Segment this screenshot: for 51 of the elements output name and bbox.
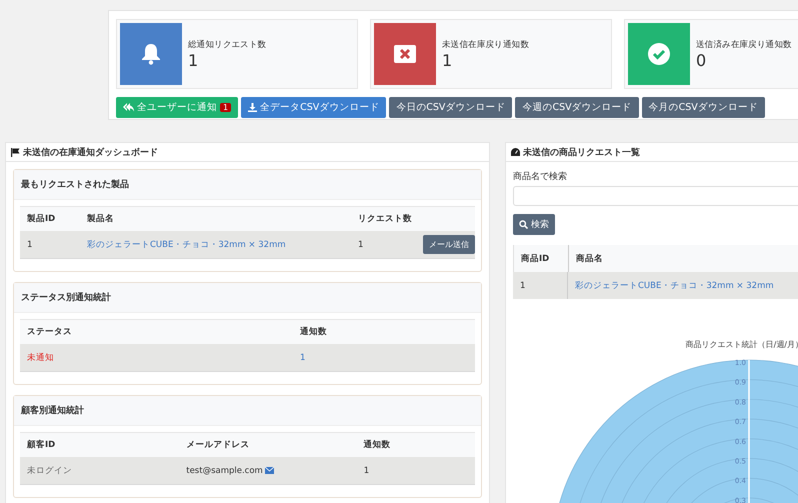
- reply-all-icon: [123, 103, 134, 112]
- stat-value: 0: [696, 50, 708, 70]
- table-cell: 1: [358, 240, 364, 250]
- column-header: 製品ID: [27, 213, 56, 225]
- action-button[interactable]: 今月のCSVダウンロード: [642, 97, 765, 118]
- search-field[interactable]: [513, 186, 798, 206]
- card-title: ステータス別通知統計: [21, 293, 111, 303]
- column-header: メールアドレス: [186, 439, 250, 451]
- action-button[interactable]: 今週のCSVダウンロード: [515, 97, 639, 118]
- search-label: 商品名で検索: [513, 170, 568, 183]
- bell-icon: [141, 43, 161, 65]
- status-text: 未通知: [27, 352, 54, 364]
- download-icon: [248, 103, 258, 112]
- search-icon: [519, 220, 528, 229]
- product-link[interactable]: 彩のジェラートCUBE・チョコ・32mm × 32mm: [87, 238, 286, 250]
- column-header: 通知数: [300, 326, 327, 338]
- close-icon: [394, 45, 416, 63]
- card-title: 最もリクエストされた製品: [21, 180, 129, 190]
- stat-value: 1: [188, 50, 200, 70]
- stat-label: 未送信在庫戻り通知数: [442, 38, 530, 50]
- column-header: ステータス: [27, 326, 72, 338]
- column-header: 商品ID: [521, 252, 550, 264]
- stat-label: 送信済み在庫戻り通知数: [696, 38, 792, 50]
- count-badge: 1: [220, 103, 232, 112]
- email-text: test@sample.com: [186, 466, 263, 476]
- column-header: 商品名: [576, 252, 603, 264]
- action-button[interactable]: 全ユーザーに通知 1: [116, 97, 238, 118]
- chart-title: 商品リクエスト統計（日/週/月）: [684, 339, 798, 350]
- panel-title: 未送信の在庫通知ダッシュボード: [23, 146, 158, 158]
- envelope-icon: [264, 467, 274, 474]
- stat-label: 総通知リクエスト数: [188, 38, 266, 50]
- product-link[interactable]: 彩のジェラートCUBE・チョコ・32mm × 32mm: [575, 280, 774, 292]
- search-button[interactable]: 検索: [513, 214, 555, 235]
- flag-icon: [11, 148, 20, 156]
- panel-title: 未送信の商品リクエスト一覧: [523, 146, 640, 158]
- column-header: リクエスト数: [358, 213, 412, 225]
- column-header: 顧客ID: [27, 439, 56, 451]
- table-cell: 未ログイン: [27, 464, 72, 476]
- product-link[interactable]: 1: [300, 352, 306, 362]
- action-button[interactable]: 全データCSVダウンロード: [241, 97, 386, 118]
- check-circle-icon: [648, 43, 670, 65]
- table-cell: 1: [364, 466, 370, 476]
- card-title: 顧客別通知統計: [21, 406, 84, 416]
- table-cell: 1: [27, 240, 32, 250]
- column-header: 通知数: [364, 439, 391, 451]
- dashboard-icon: [511, 148, 520, 156]
- send-mail-button[interactable]: メール送信: [423, 235, 475, 254]
- action-button[interactable]: 今日のCSVダウンロード: [389, 97, 512, 118]
- stat-value: 1: [442, 50, 454, 70]
- column-header: 製品名: [87, 213, 114, 225]
- table-cell: 1: [520, 280, 526, 290]
